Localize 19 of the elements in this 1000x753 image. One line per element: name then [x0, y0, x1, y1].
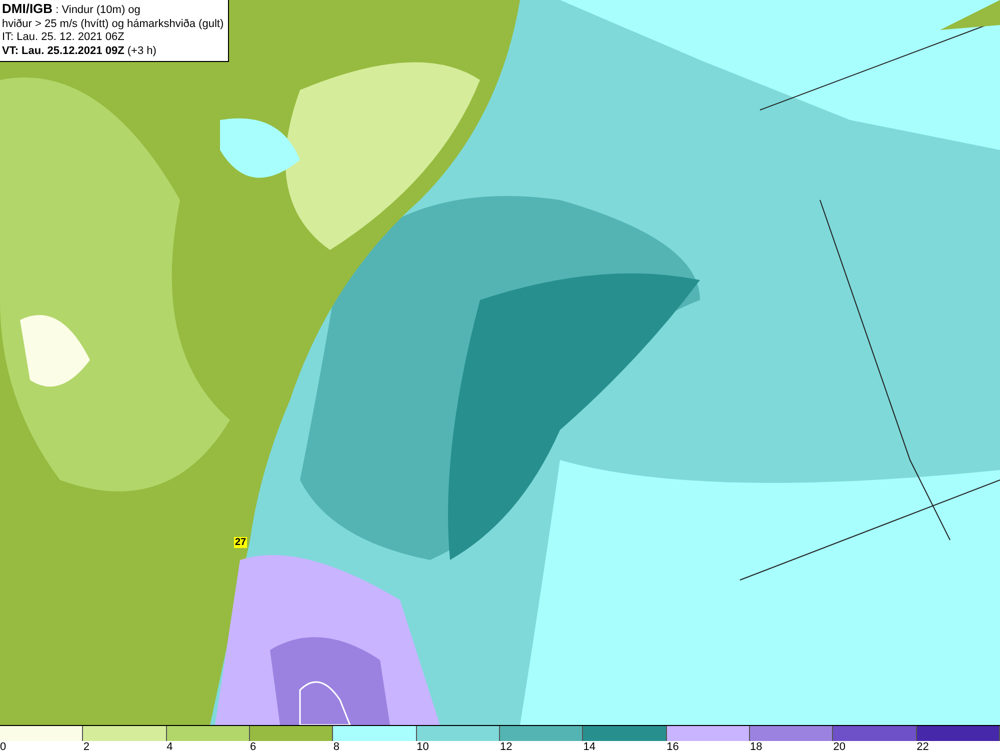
- scale-label: 18: [750, 741, 764, 753]
- gust-marker: 27: [234, 537, 248, 548]
- offset-text: (+3 h): [127, 44, 156, 56]
- title-text: : Vindur (10m) og: [56, 4, 140, 16]
- subtitle-text: hviður > 25 m/s (hvítt) og hámarkshviða (gult): [2, 18, 224, 31]
- scale-label: 2: [83, 741, 90, 753]
- valid-time: VT: Lau. 25.12.2021 09Z: [2, 44, 124, 56]
- scale-label: 20: [833, 741, 847, 753]
- source-label: DMI/IGB: [2, 1, 53, 16]
- issue-time: IT: Lau. 25. 12. 2021 06Z: [2, 31, 126, 44]
- scale-label: 6: [250, 741, 258, 753]
- scale-label: 10: [416, 741, 430, 753]
- scale-label: 4: [166, 741, 174, 753]
- scale-label: 16: [666, 741, 680, 753]
- scale-label: 8: [333, 741, 340, 753]
- scale-label: 0: [0, 741, 8, 753]
- scale-label: 12: [500, 741, 514, 753]
- scale-label: 22: [916, 741, 930, 753]
- scale-label: 14: [583, 741, 597, 753]
